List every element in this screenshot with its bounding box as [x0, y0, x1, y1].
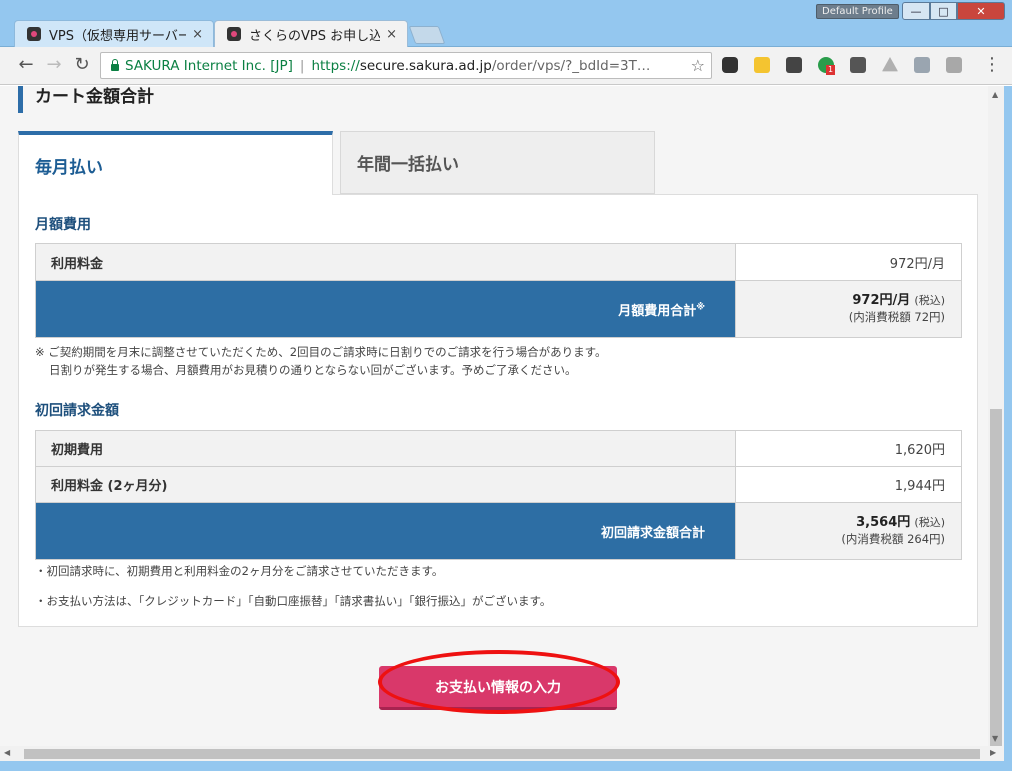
- table-row: 利用料金 972円/月: [35, 243, 962, 281]
- pocket-extension-icon[interactable]: [722, 57, 738, 73]
- sakura-favicon-icon: [27, 27, 41, 41]
- window-close-button[interactable]: ✕: [957, 2, 1005, 20]
- cart-total-heading: カート金額合計: [18, 86, 154, 113]
- monthly-fee-heading: 月額費用: [35, 217, 91, 233]
- pdf-extension-icon[interactable]: [946, 57, 962, 73]
- scroll-down-arrow-icon[interactable]: ▼: [992, 734, 998, 743]
- monthly-total-value: 972円/月: [852, 293, 911, 308]
- sakura-favicon-icon: [227, 27, 241, 41]
- tab-monthly-payment[interactable]: 毎月払い: [18, 131, 333, 195]
- initial-charge-heading: 初回請求金額: [35, 403, 119, 419]
- initial-note-2: ・お支払い方法は、「クレジットカード」「自動口座振替」「請求書払い」「銀行振込」…: [35, 594, 552, 608]
- horizontal-scroll-thumb[interactable]: [24, 749, 980, 759]
- browser-toolbar: ← → ↻ SAKURA Internet Inc. [JP] | https:…: [0, 47, 1012, 85]
- window-frame-bottom: [0, 761, 1012, 771]
- back-arrow-icon[interactable]: ←: [16, 55, 36, 75]
- new-tab-button[interactable]: [408, 26, 446, 44]
- tab-title: さくらのVPS お申し込み: [249, 28, 381, 44]
- monthly-fee-table: 利用料金 972円/月 月額費用合計※ 972円/月 (税込) (内消費税額 7…: [35, 243, 962, 338]
- profile-button[interactable]: Default Profile: [816, 4, 899, 19]
- table-row: 利用料金 (2ヶ月分) 1,944円: [35, 466, 962, 503]
- url-path: /order/vps/?_bdId=3T…: [491, 57, 651, 74]
- address-bar[interactable]: SAKURA Internet Inc. [JP] | https:// sec…: [100, 52, 712, 79]
- horizontal-scrollbar[interactable]: ◀ ▶: [0, 746, 1004, 761]
- initial-charge-table: 初期費用 1,620円 利用料金 (2ヶ月分) 1,944円 初回請求金額合計 …: [35, 430, 962, 560]
- tab-title: VPS（仮想専用サーバー: [49, 28, 187, 44]
- table-row: 初期費用 1,620円: [35, 430, 962, 467]
- monthly-note-line2: 日割りが発生する場合、月額費用がお見積りの通りとならない回がございます。予めご了…: [49, 363, 577, 377]
- browser-tab-vps[interactable]: VPS（仮想専用サーバー ×: [14, 20, 214, 47]
- window-frame-right: [1004, 86, 1012, 771]
- minimize-button[interactable]: —: [902, 2, 930, 20]
- footnote-mark: ※: [696, 302, 705, 313]
- enter-payment-info-button[interactable]: お支払い情報の入力: [379, 666, 617, 710]
- dropbox-extension-icon[interactable]: [914, 57, 930, 73]
- initial-total-value-cell: 3,564円 (税込) (内消費税額 264円): [735, 502, 962, 560]
- initial-consumption-tax: (内消費税額 264円): [841, 532, 945, 546]
- reload-icon[interactable]: ↻: [72, 55, 92, 75]
- bookmark-star-icon[interactable]: ☆: [691, 56, 705, 75]
- vertical-scroll-thumb[interactable]: [990, 409, 1002, 766]
- tab-close-icon[interactable]: ×: [192, 27, 203, 42]
- monthly-consumption-tax: (内消費税額 72円): [848, 310, 945, 324]
- price-summary-card: 月額費用 利用料金 972円/月 月額費用合計※ 972円/月 (税込) (内消…: [18, 194, 978, 627]
- monthly-total-value-cell: 972円/月 (税込) (内消費税額 72円): [735, 280, 962, 338]
- phone-extension-icon[interactable]: [754, 57, 770, 73]
- tax-included-label: (税込): [914, 516, 945, 529]
- url-host: secure.sakura.ad.jp: [359, 57, 492, 74]
- two-month-usage-label: 利用料金 (2ヶ月分): [35, 466, 736, 503]
- tab-close-icon[interactable]: ×: [386, 27, 397, 42]
- usage-fee-label: 利用料金: [35, 243, 736, 281]
- initial-fee-value: 1,620円: [735, 430, 962, 467]
- scroll-right-arrow-icon[interactable]: ▶: [990, 748, 996, 757]
- script-extension-icon[interactable]: [850, 57, 866, 73]
- monthly-total-label-cell: 月額費用合計※: [35, 280, 736, 338]
- monthly-note-line1: ※ ご契約期間を月末に調整させていただくため、2回目のご請求時に日割りでのご請求…: [35, 345, 607, 359]
- table-row: 初回請求金額合計 3,564円 (税込) (内消費税額 264円): [35, 502, 962, 560]
- status-extension-icon[interactable]: 1: [818, 57, 836, 75]
- initial-fee-label: 初期費用: [35, 430, 736, 467]
- browser-titlebar: VPS（仮想専用サーバー × さくらのVPS お申し込み × Default P…: [0, 0, 1012, 47]
- address-separator: |: [299, 57, 305, 74]
- url-scheme: https://: [311, 57, 360, 74]
- initial-note-1: ・初回請求時に、初期費用と利用料金の2ヶ月分をご請求させていただきます。: [35, 564, 444, 578]
- initial-total-label: 初回請求金額合計: [35, 502, 736, 560]
- table-row: 月額費用合計※ 972円/月 (税込) (内消費税額 72円): [35, 280, 962, 338]
- two-month-usage-value: 1,944円: [735, 466, 962, 503]
- extension-badge: 1: [826, 65, 836, 75]
- scroll-up-arrow-icon[interactable]: ▲: [992, 90, 998, 99]
- lock-icon: [111, 59, 119, 71]
- tax-included-label: (税込): [914, 294, 945, 307]
- browser-tab-order[interactable]: さくらのVPS お申し込み ×: [214, 20, 408, 47]
- monthly-note: ※ ご契約期間を月末に調整させていただくため、2回目のご請求時に日割りでのご請求…: [35, 343, 606, 379]
- forward-arrow-icon[interactable]: →: [44, 55, 64, 75]
- scroll-left-arrow-icon[interactable]: ◀: [4, 748, 10, 757]
- vertical-scrollbar[interactable]: ▲ ▼: [988, 86, 1004, 766]
- initial-total-value: 3,564円: [856, 515, 911, 530]
- tab-yearly-payment[interactable]: 年間一括払い: [340, 131, 655, 194]
- monthly-total-label: 月額費用合計: [618, 303, 697, 319]
- drive-extension-icon[interactable]: [882, 57, 898, 72]
- chrome-menu-icon[interactable]: ⋮: [983, 55, 1001, 75]
- evernote-extension-icon[interactable]: [786, 57, 802, 73]
- maximize-button[interactable]: □: [930, 2, 957, 20]
- usage-fee-value: 972円/月: [735, 243, 962, 281]
- ev-certificate-label[interactable]: SAKURA Internet Inc. [JP]: [125, 58, 293, 74]
- page-viewport: カート金額合計 毎月払い 年間一括払い 月額費用 利用料金 972円/月 月額費…: [0, 86, 988, 746]
